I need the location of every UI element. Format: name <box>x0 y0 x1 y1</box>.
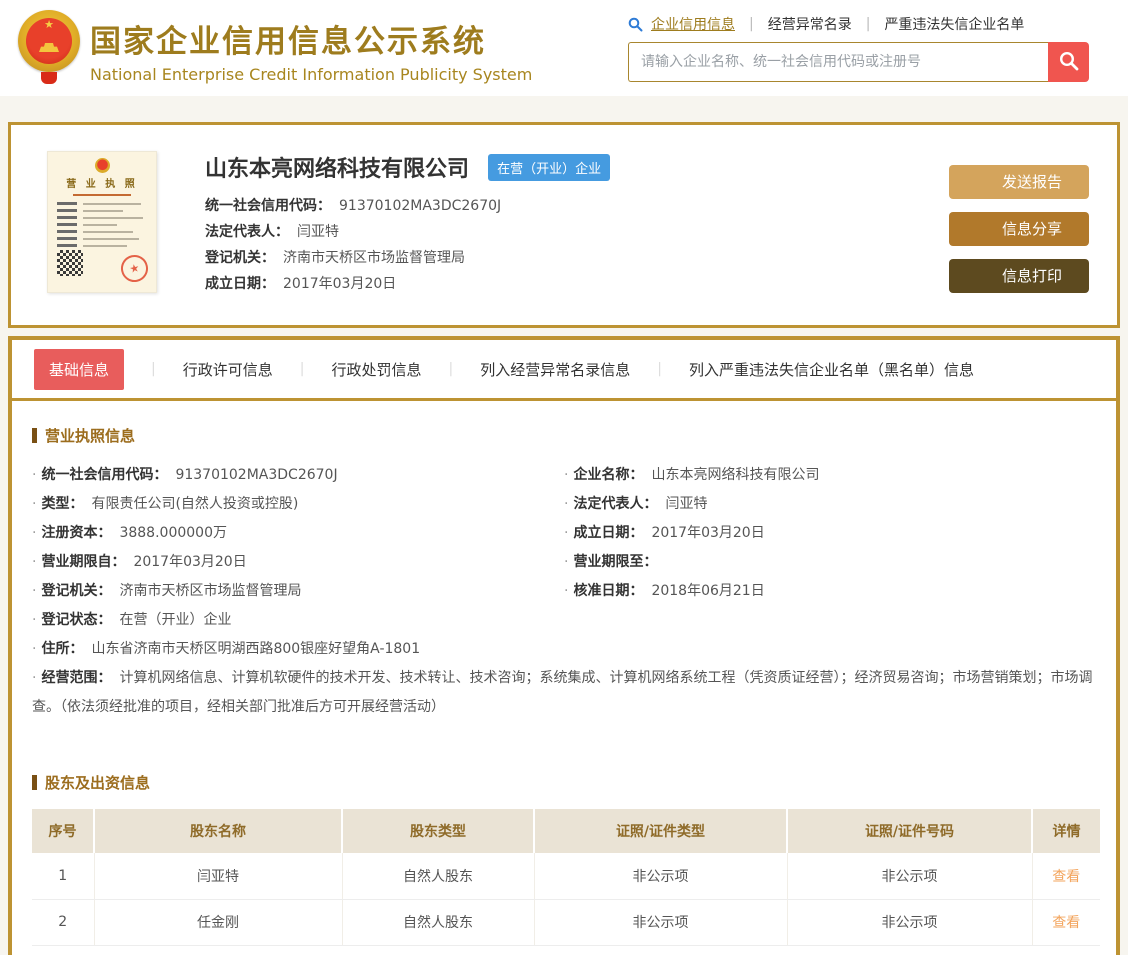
tab-administrative-licensing[interactable]: 行政许可信息 <box>183 359 273 380</box>
shareholder-section-title: 股东及出资信息 <box>32 772 1096 793</box>
detail-panel: 基础信息 | 行政许可信息 | 行政处罚信息 | 列入经营异常名录信息 | 列入… <box>8 336 1120 955</box>
license-title: 营 业 执 照 <box>57 175 147 190</box>
field-credit-code: ·统一社会信用代码：91370102MA3DC2670J <box>32 461 564 490</box>
section-marker-icon <box>32 428 37 443</box>
field-legal-rep: ·法定代表人：闫亚特 <box>564 490 1096 519</box>
col-header-no: 序号 <box>32 809 94 853</box>
col-header-cert-no: 证照/证件号码 <box>787 809 1032 853</box>
field-business-scope: ·经营范围：计算机网络信息、计算机软硬件的技术开发、技术转让、技术咨询；系统集成… <box>32 664 1096 722</box>
shareholder-table: 序号 股东名称 股东类型 证照/证件类型 证照/证件号码 详情 1 闫亚特 自然… <box>32 809 1100 946</box>
nav-link-enterprise-credit[interactable]: 企业信用信息 <box>651 14 735 34</box>
table-header-row: 序号 股东名称 股东类型 证照/证件类型 证照/证件号码 详情 <box>32 809 1100 853</box>
nav-link-serious-violations[interactable]: 严重违法失信企业名单 <box>884 14 1024 34</box>
share-info-button[interactable]: 信息分享 <box>949 212 1089 246</box>
license-qr-code <box>57 250 83 276</box>
field-established-date: ·成立日期：2017年03月20日 <box>564 519 1096 548</box>
tab-blacklist[interactable]: 列入严重违法失信企业名单（黑名单）信息 <box>689 359 974 380</box>
status-badge: 在营（开业）企业 <box>488 154 610 181</box>
company-name: 山东本亮网络科技有限公司 <box>205 157 469 182</box>
section-marker-icon <box>32 775 37 790</box>
company-summary-card: 营 业 执 照 ★ 山东本亮网络科技有限公司 在营（开业）企业 统一社会信用代码… <box>8 122 1120 328</box>
field-registration-status: ·登记状态：在营（开业）企业 <box>32 606 564 635</box>
field-registry: ·登记机关：济南市天桥区市场监督管理局 <box>32 577 564 606</box>
business-license-image: 营 业 执 照 ★ <box>47 151 157 293</box>
field-approval-date: ·核准日期：2018年06月21日 <box>564 577 1096 606</box>
card-field-credit-code: 统一社会信用代码：91370102MA3DC2670J <box>205 193 949 219</box>
card-field-registry: 登记机关：济南市天桥区市场监督管理局 <box>205 245 949 271</box>
view-detail-link[interactable]: 查看 <box>1052 915 1080 931</box>
tab-basic-info[interactable]: 基础信息 <box>34 349 124 390</box>
field-address: ·住所：山东省济南市天桥区明湖西路800银座好望角A-1801 <box>32 635 564 664</box>
field-company-type: ·类型：有限责任公司(自然人投资或控股) <box>32 490 564 519</box>
col-header-cert-type: 证照/证件类型 <box>534 809 787 853</box>
search-button[interactable] <box>1048 42 1089 82</box>
license-info-fields: ·统一社会信用代码：91370102MA3DC2670J ·类型：有限责任公司(… <box>32 461 1096 664</box>
field-term-to: ·营业期限至： <box>564 548 1096 577</box>
table-row: 1 闫亚特 自然人股东 非公示项 非公示项 查看 <box>32 853 1100 899</box>
view-detail-link[interactable]: 查看 <box>1052 869 1080 885</box>
detail-tabs: 基础信息 | 行政许可信息 | 行政处罚信息 | 列入经营异常名录信息 | 列入… <box>12 340 1116 398</box>
national-emblem-logo: ★ <box>16 10 82 84</box>
send-report-button[interactable]: 发送报告 <box>949 165 1089 199</box>
license-emblem-icon <box>95 158 110 173</box>
field-registered-capital: ·注册资本：3888.000000万 <box>32 519 564 548</box>
site-title: 国家企业信用信息公示系统 <box>90 16 532 61</box>
license-info-section-title: 营业执照信息 <box>32 425 1096 446</box>
search-icon <box>628 17 643 32</box>
emblem-stars-icon: ★ <box>16 19 82 30</box>
field-company-name: ·企业名称：山东本亮网络科技有限公司 <box>564 461 1096 490</box>
search-icon <box>1058 50 1080 75</box>
col-header-detail: 详情 <box>1032 809 1100 853</box>
print-info-button[interactable]: 信息打印 <box>949 259 1089 293</box>
col-header-shareholder-type: 股东类型 <box>342 809 534 853</box>
col-header-shareholder-name: 股东名称 <box>94 809 342 853</box>
tab-administrative-penalty[interactable]: 行政处罚信息 <box>331 359 421 380</box>
search-input[interactable] <box>628 42 1048 82</box>
card-field-established: 成立日期：2017年03月20日 <box>205 271 949 297</box>
table-row: 2 任金刚 自然人股东 非公示项 非公示项 查看 <box>32 899 1100 945</box>
header-nav: 企业信用信息 | 经营异常名录 | 严重违法失信企业名单 <box>628 14 1128 34</box>
nav-separator: | <box>749 16 754 32</box>
nav-separator: | <box>866 16 871 32</box>
site-header: ★ 国家企业信用信息公示系统 National Enterprise Credi… <box>0 0 1128 96</box>
tab-divider <box>12 398 1116 401</box>
tab-abnormal-operations-list[interactable]: 列入经营异常名录信息 <box>480 359 630 380</box>
site-subtitle: National Enterprise Credit Information P… <box>90 65 532 84</box>
card-field-legal-rep: 法定代表人：闫亚特 <box>205 219 949 245</box>
nav-link-abnormal-operations[interactable]: 经营异常名录 <box>768 14 852 34</box>
field-term-from: ·营业期限自：2017年03月20日 <box>32 548 564 577</box>
license-red-seal-icon: ★ <box>118 252 150 284</box>
